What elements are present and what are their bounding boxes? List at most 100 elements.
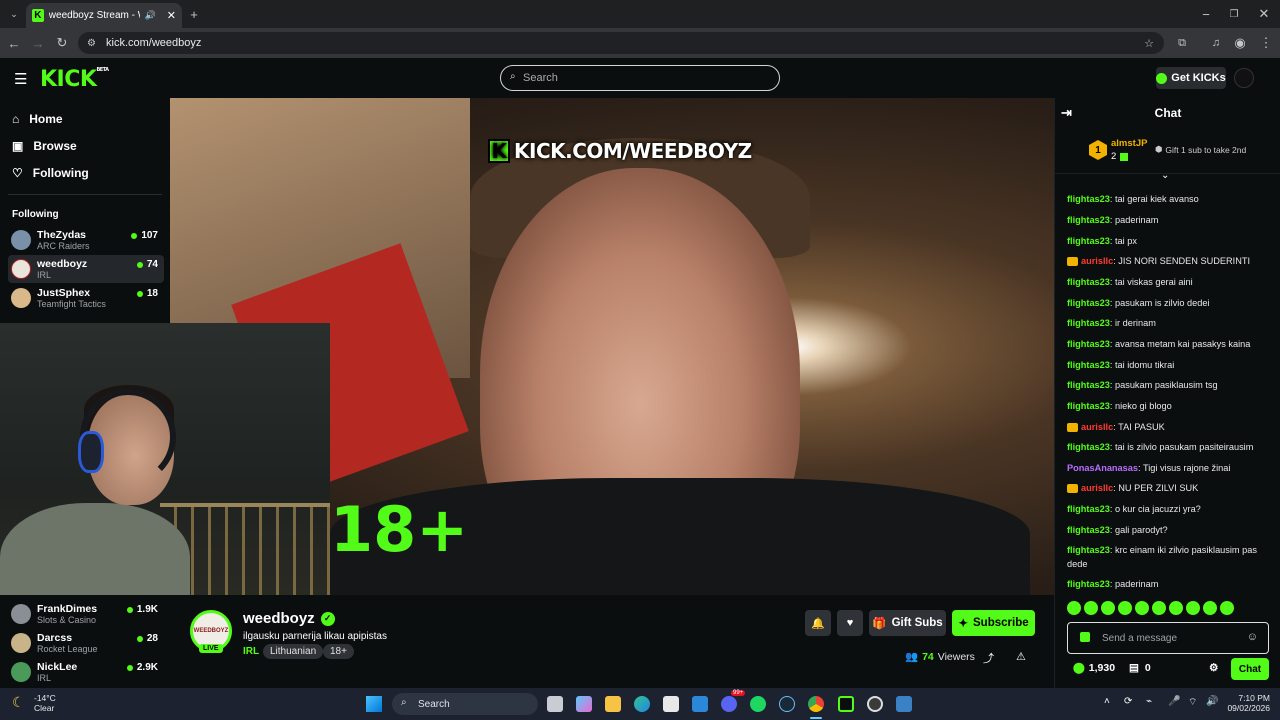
- windows-start-icon[interactable]: [366, 696, 382, 712]
- tray-sync-icon[interactable]: ⟳: [1124, 696, 1132, 707]
- hamburger-menu-icon[interactable]: ☰: [14, 70, 27, 88]
- new-tab-icon[interactable]: +: [184, 4, 204, 24]
- nav-browse[interactable]: ▣ Browse: [12, 139, 77, 153]
- gift-subs-button[interactable]: 🎁 Gift Subs: [869, 610, 946, 636]
- emoji-picker-icon[interactable]: ☺: [1247, 631, 1258, 643]
- chat-username[interactable]: flightas23: [1067, 525, 1110, 535]
- chrome-icon[interactable]: [808, 696, 824, 712]
- kick-logo[interactable]: KICKBETA: [40, 67, 109, 92]
- chat-input[interactable]: Send a message ☺: [1067, 622, 1269, 654]
- channel-name[interactable]: weedboyz: [243, 610, 315, 627]
- send-chat-button[interactable]: Chat: [1231, 658, 1269, 680]
- chat-username[interactable]: flightas23: [1067, 360, 1110, 370]
- store-icon[interactable]: [663, 696, 679, 712]
- obs-icon[interactable]: [867, 696, 883, 712]
- discord-icon[interactable]: [721, 696, 737, 712]
- chat-username[interactable]: flightas23: [1067, 194, 1110, 204]
- clock[interactable]: 7:10 PM 09/02/2026: [1224, 693, 1270, 713]
- bookmark-star-icon[interactable]: ☆: [1144, 37, 1154, 50]
- minimize-icon[interactable]: −: [1196, 4, 1216, 24]
- tab-list-icon[interactable]: ⌄: [4, 4, 24, 24]
- chat-username[interactable]: aurisllc: [1081, 422, 1113, 432]
- chat-username[interactable]: aurisllc: [1081, 256, 1113, 266]
- speaker-icon[interactable]: 🔊: [145, 10, 156, 21]
- chat-username[interactable]: flightas23: [1067, 215, 1110, 225]
- taskbar-search[interactable]: ⌕ Search: [392, 693, 538, 715]
- reload-icon[interactable]: ↻: [52, 33, 72, 53]
- get-kicks-button[interactable]: Get KICKs: [1156, 67, 1226, 89]
- profile-icon[interactable]: ◉: [1230, 33, 1250, 53]
- following-item-weedboyz[interactable]: weedboyz IRL 74: [8, 255, 164, 283]
- forward-icon[interactable]: →: [28, 33, 48, 53]
- edge-icon[interactable]: [634, 696, 650, 712]
- menu-dots-icon[interactable]: ⋮: [1256, 33, 1276, 53]
- recommended-item-nicklee[interactable]: NickLee IRL 2.9K: [8, 658, 164, 686]
- task-view-icon[interactable]: [547, 696, 563, 712]
- chat-username[interactable]: flightas23: [1067, 504, 1110, 514]
- browser-tab[interactable]: K weedboyz Stream - Watch l 🔊 ✕: [26, 3, 182, 28]
- kick-app-icon[interactable]: [838, 696, 854, 712]
- chat-username[interactable]: flightas23: [1067, 579, 1110, 589]
- file-explorer-icon[interactable]: [605, 696, 621, 712]
- nav-home[interactable]: ⌂ Home: [12, 112, 63, 126]
- tray-chevron-icon[interactable]: ˄: [1104, 696, 1110, 707]
- chat-settings-icon[interactable]: ⚙: [1209, 662, 1218, 674]
- extensions-icon[interactable]: ⧉: [1172, 33, 1192, 53]
- chat-username[interactable]: flightas23: [1067, 236, 1110, 246]
- report-warning-icon[interactable]: ⚠: [1016, 650, 1026, 663]
- subscribe-button[interactable]: ✦ Subscribe: [952, 610, 1035, 636]
- chat-username[interactable]: flightas23: [1067, 339, 1110, 349]
- scroll-down-icon[interactable]: ⌄: [1161, 170, 1169, 181]
- emote-icon[interactable]: [1203, 601, 1217, 615]
- chat-username[interactable]: flightas23: [1067, 318, 1110, 328]
- stream-category-link[interactable]: IRL: [243, 646, 259, 657]
- copilot-icon[interactable]: [576, 696, 592, 712]
- tray-wifi-icon[interactable]: ⌔: [1188, 696, 1197, 709]
- chat-username[interactable]: flightas23: [1067, 401, 1110, 411]
- tag-lithuanian[interactable]: Lithuanian: [263, 644, 324, 659]
- channel-points[interactable]: ⬤ 1,930: [1073, 662, 1115, 674]
- tray-network-icon[interactable]: ⌁: [1146, 696, 1152, 707]
- following-item-thezydas[interactable]: TheZydas ARC Raiders 107: [8, 226, 164, 254]
- emote-icon[interactable]: [1101, 601, 1115, 615]
- chat-username[interactable]: PonasAnanasas: [1067, 463, 1138, 473]
- recommended-item-darcss[interactable]: Darcss Rocket League 28: [8, 629, 164, 657]
- app-arrow-icon[interactable]: [896, 696, 912, 712]
- emote-icon[interactable]: [1152, 601, 1166, 615]
- emote-icon[interactable]: [1084, 601, 1098, 615]
- chat-username[interactable]: flightas23: [1067, 545, 1110, 555]
- media-control-icon[interactable]: ♫: [1206, 33, 1226, 53]
- close-tab-icon[interactable]: ✕: [167, 9, 176, 22]
- tray-mic-icon[interactable]: 🎤: [1168, 696, 1180, 707]
- close-window-icon[interactable]: ✕: [1254, 4, 1274, 24]
- chat-username[interactable]: flightas23: [1067, 298, 1110, 308]
- rewards[interactable]: ▤ 0: [1129, 662, 1151, 674]
- chat-username[interactable]: flightas23: [1067, 380, 1110, 390]
- url-field[interactable]: ⚙ kick.com/weedboyz ☆: [78, 32, 1164, 54]
- search-input[interactable]: ⌕ Search: [500, 65, 780, 91]
- emote-icon[interactable]: [1169, 601, 1183, 615]
- emote-icon[interactable]: [1067, 601, 1081, 615]
- spotify-icon[interactable]: [750, 696, 766, 712]
- chat-gift-icon[interactable]: [1080, 632, 1090, 642]
- notification-bell-button[interactable]: 🔔: [805, 610, 831, 636]
- restore-icon[interactable]: ❐: [1224, 4, 1244, 24]
- steam-icon[interactable]: [779, 696, 795, 712]
- site-info-icon[interactable]: ⚙: [87, 38, 96, 49]
- emote-icon[interactable]: [1220, 601, 1234, 615]
- mail-icon[interactable]: [692, 696, 708, 712]
- following-item-justsphex[interactable]: JustSphex Teamfight Tactics 18: [8, 284, 164, 312]
- user-avatar[interactable]: [1234, 68, 1254, 88]
- weather-widget[interactable]: -14°C Clear: [34, 693, 56, 713]
- recommended-item-frankdimes[interactable]: FrankDimes Slots & Casino 1.9K: [8, 600, 164, 628]
- collapse-chat-icon[interactable]: ⇥: [1061, 105, 1072, 121]
- back-icon[interactable]: ←: [4, 33, 24, 53]
- chat-username[interactable]: flightas23: [1067, 442, 1110, 452]
- share-icon[interactable]: ⤴: [983, 650, 994, 666]
- tray-volume-icon[interactable]: 🔊: [1206, 696, 1218, 707]
- chat-username[interactable]: aurisllc: [1081, 483, 1113, 493]
- emote-icon[interactable]: [1186, 601, 1200, 615]
- chat-username[interactable]: flightas23: [1067, 277, 1110, 287]
- emote-icon[interactable]: [1135, 601, 1149, 615]
- nav-following[interactable]: ♡ Following: [12, 166, 89, 180]
